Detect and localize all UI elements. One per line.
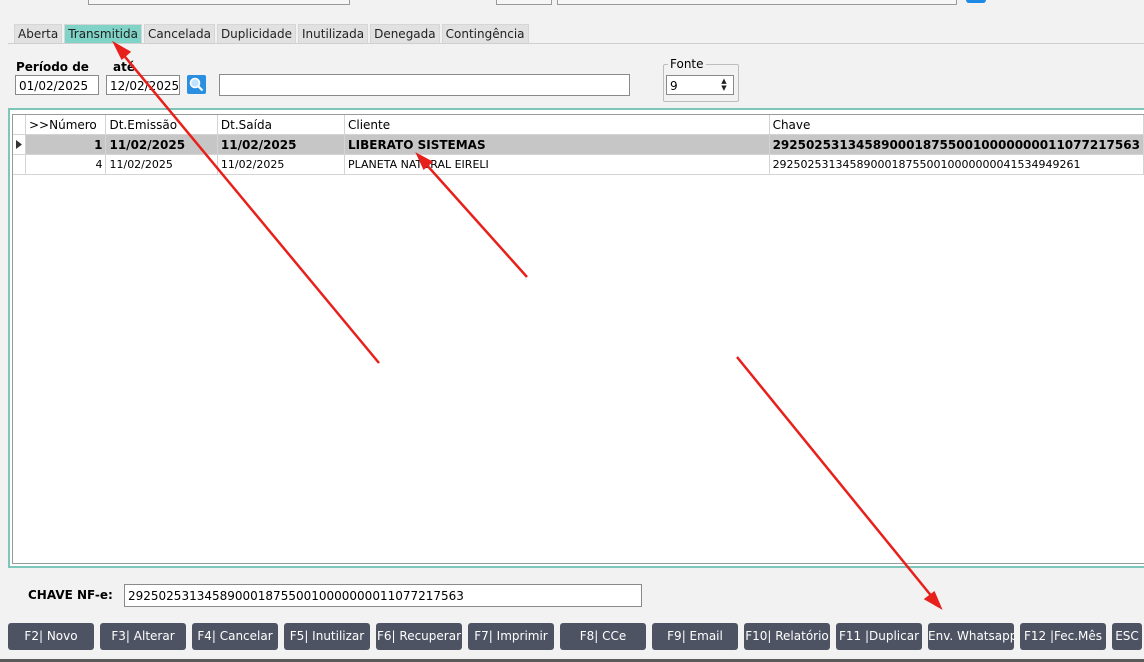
search-text-input[interactable] [219,74,630,96]
email-button[interactable]: F9| Email [652,623,738,650]
col-dt-saida[interactable]: Dt.Saída [217,115,345,135]
date-from-input[interactable]: 01/02/2025 [15,75,99,95]
recuperar-button[interactable]: F6| Recuperar [376,623,462,650]
arrowhead-icon [112,40,132,60]
col-chave[interactable]: Chave [769,115,1144,135]
invoice-table: >>Número Dt.Emissão Dt.Saída Cliente Cha… [13,115,1144,175]
table-header: >>Número Dt.Emissão Dt.Saída Cliente Cha… [13,115,1144,135]
invoice-grid-frame: >>Número Dt.Emissão Dt.Saída Cliente Cha… [8,108,1144,568]
col-cliente[interactable]: Cliente [344,115,770,135]
status-tabs: Aberta Transmitida Cancelada Duplicidade… [14,24,531,44]
duplicar-button[interactable]: F11 |Duplicar [836,623,922,650]
col-dt-emissao[interactable]: Dt.Emissão [105,115,218,135]
top-action-button[interactable] [966,0,986,3]
function-button-bar: F2| Novo F3| Alterar F4| Cancelar F5| In… [8,623,1142,650]
cancelar-button[interactable]: F4| Cancelar [192,623,278,650]
fonte-value: 9 [670,79,678,93]
table-row[interactable]: 1 11/02/2025 11/02/2025 LIBERATO SISTEMA… [13,134,1144,155]
cell-chave: 2925025313458900018755001000000001107721… [769,134,1144,155]
tab-inutilizada[interactable]: Inutilizada [297,24,369,43]
cell-numero: 1 [25,134,107,155]
cell-cliente: LIBERATO SISTEMAS [344,134,770,155]
top-field-right[interactable] [557,0,957,5]
magnifier-icon [189,77,204,92]
search-button[interactable] [187,75,206,94]
cell-emissao: 11/02/2025 [105,154,218,175]
table-row[interactable]: 4 11/02/2025 11/02/2025 PLANETA NATURAL … [13,154,1144,175]
novo-button[interactable]: F2| Novo [8,623,94,650]
row-pointer-icon [13,134,26,155]
tab-underline [8,43,1144,44]
top-field-small[interactable] [496,0,552,5]
fonte-label: Fonte [668,57,706,71]
date-to-input[interactable]: 12/02/2025 [106,75,180,95]
imprimir-button[interactable]: F7| Imprimir [468,623,554,650]
row-indicator [13,154,26,175]
relatorio-button[interactable]: F10| Relatório [744,623,830,650]
tab-duplicidade[interactable]: Duplicidade [216,24,296,43]
tab-contingencia[interactable]: Contingência [441,24,529,43]
top-field-left[interactable] [88,0,350,5]
fonte-spinner[interactable]: 9 ▲ ▼ [666,75,734,95]
cell-emissao: 11/02/2025 [105,134,218,155]
cell-saida: 11/02/2025 [217,134,345,155]
esc-button[interactable]: ESC [1112,623,1142,650]
spinner-arrows-icon[interactable]: ▲ ▼ [717,78,731,92]
tab-denegada[interactable]: Denegada [370,24,440,43]
cell-chave: 2925025313458900018755001000000004153494… [769,154,1144,175]
tab-transmitida[interactable]: Transmitida [64,24,142,43]
indicator-header [13,115,26,135]
cce-button[interactable]: F8| CCe [560,623,646,650]
tab-aberta[interactable]: Aberta [14,24,63,43]
cell-cliente: PLANETA NATURAL EIRELI [344,154,770,175]
whatsapp-button[interactable]: Env. Whatsapp [928,623,1014,650]
chave-input[interactable]: 2925025313458900018755001000000001107721… [124,584,642,607]
periodo-label: Período de [16,60,89,74]
col-numero[interactable]: >>Número [25,115,107,135]
tab-cancelada[interactable]: Cancelada [143,24,215,43]
alterar-button[interactable]: F3| Alterar [100,623,186,650]
cell-saida: 11/02/2025 [217,154,345,175]
cell-numero: 4 [25,154,107,175]
ate-label: até [113,60,135,74]
invoice-grid[interactable]: >>Número Dt.Emissão Dt.Saída Cliente Cha… [12,114,1144,564]
arrowhead-icon [923,591,943,610]
fec-mes-button[interactable]: F12 |Fec.Mês [1020,623,1106,650]
inutilizar-button[interactable]: F5| Inutilizar [284,623,370,650]
chave-label: CHAVE NF-e: [28,588,113,602]
